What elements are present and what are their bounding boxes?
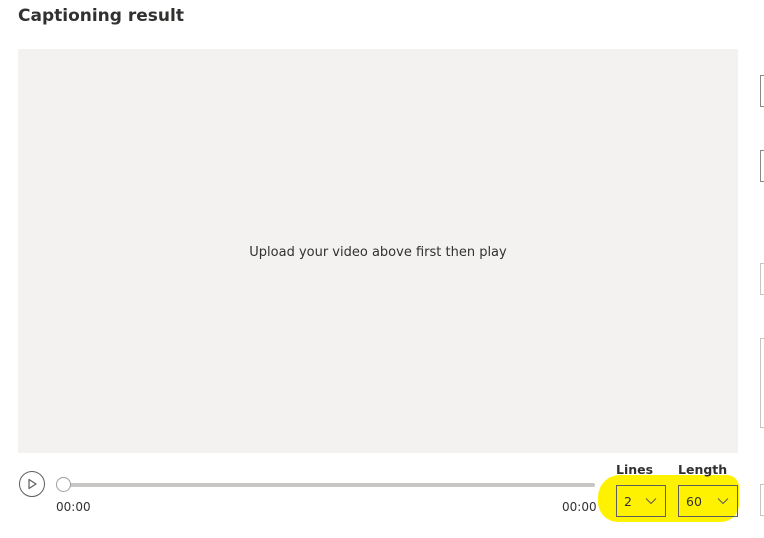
captioning-result-page: Captioning result Upload your video abov… [0,0,764,538]
length-dropdown[interactable]: 60 [678,485,738,517]
panel-input-edge[interactable] [760,484,764,516]
play-button[interactable] [19,471,45,497]
current-time: 00:00 [56,500,91,514]
lines-dropdown-value: 2 [624,493,632,509]
panel-textarea-edge[interactable] [760,338,764,428]
duration-time: 00:00 [562,500,597,514]
lines-dropdown[interactable]: 2 [616,485,666,517]
panel-input-edge[interactable] [760,75,764,107]
length-label: Length [678,462,728,477]
video-player-area[interactable]: Upload your video above first then play [18,49,738,453]
video-placeholder-message: Upload your video above first then play [249,244,507,260]
seek-slider-thumb[interactable] [56,477,71,492]
play-icon [26,478,38,490]
lines-label: Lines [616,462,654,477]
chevron-down-icon [717,497,729,505]
right-settings-panel-edge [760,0,764,538]
panel-input-edge[interactable] [760,263,764,295]
panel-input-edge[interactable] [760,150,764,182]
seek-slider-track[interactable] [58,483,595,487]
chevron-down-icon [645,497,657,505]
page-title: Captioning result [18,6,184,26]
length-dropdown-value: 60 [686,493,702,509]
